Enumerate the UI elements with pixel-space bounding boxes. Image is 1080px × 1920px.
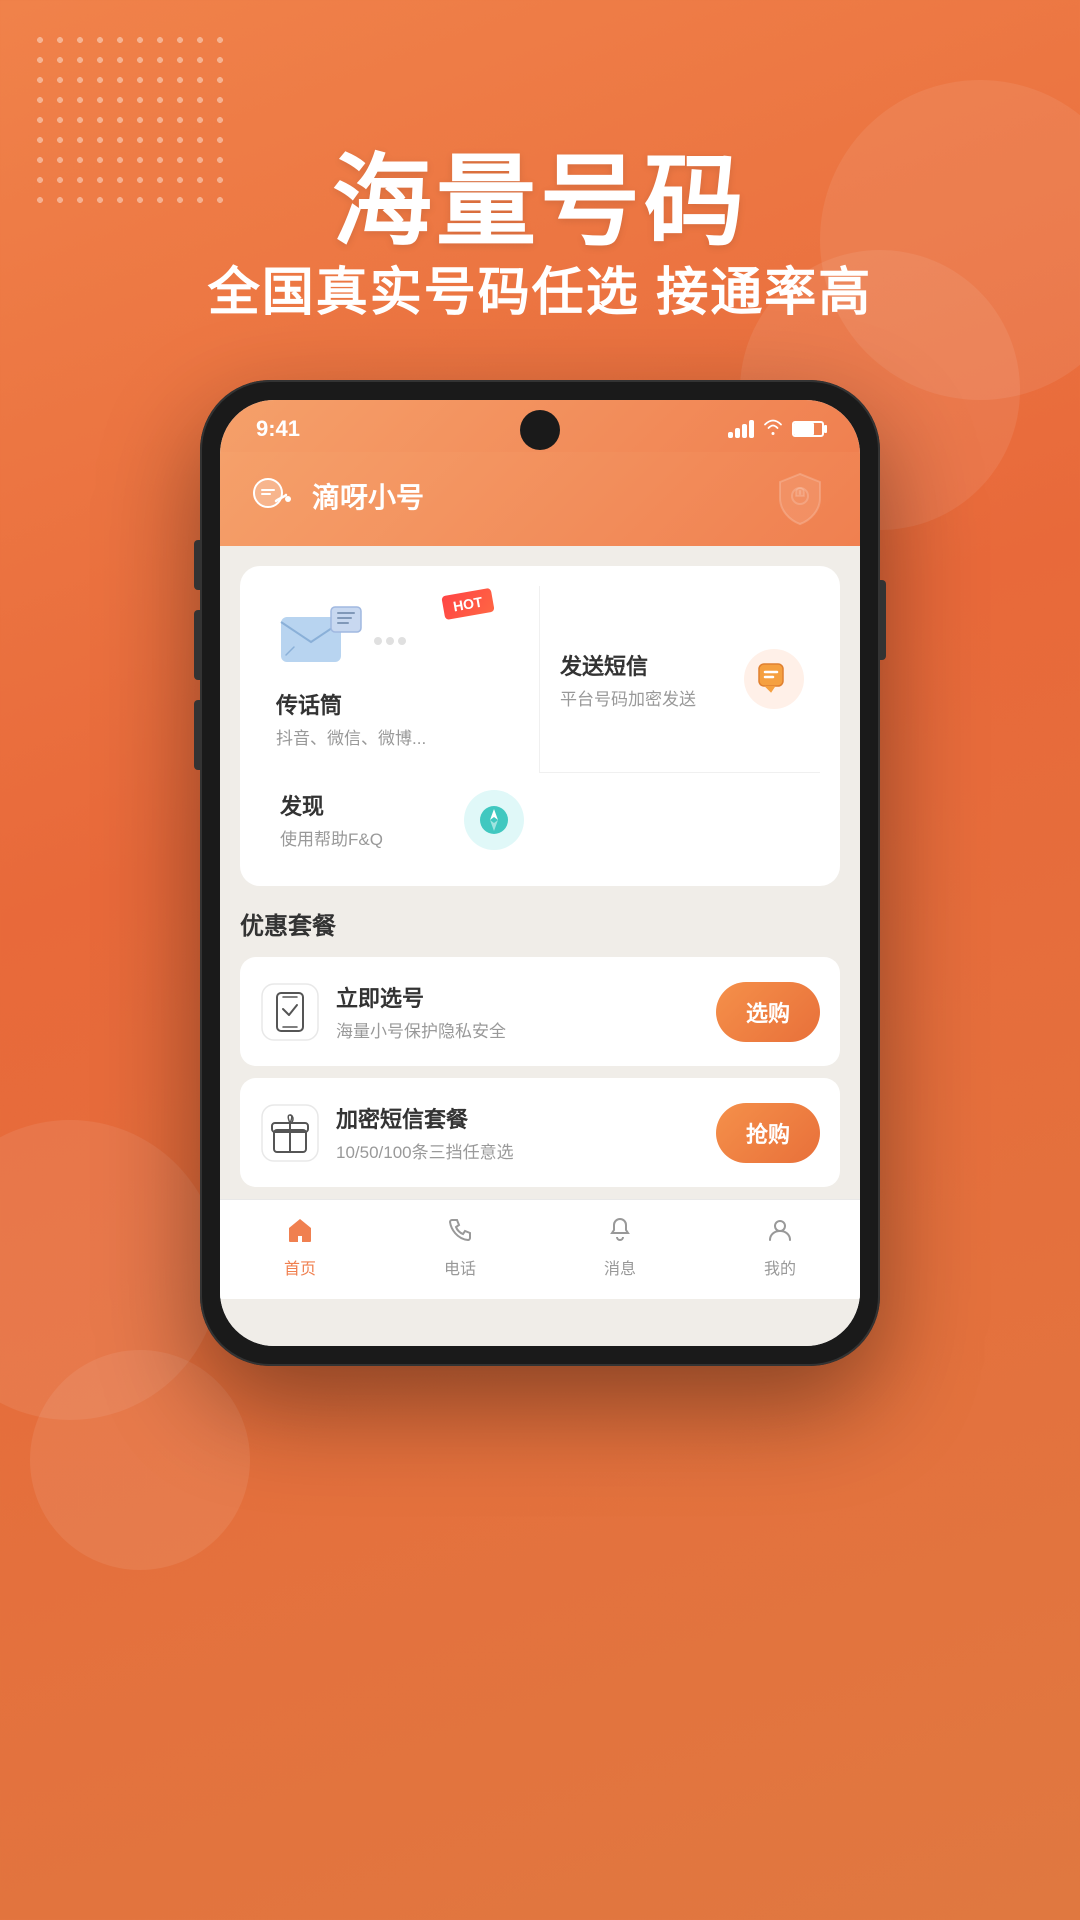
volume-up-button (194, 610, 200, 680)
status-time: 9:41 (256, 416, 300, 442)
hot-badge: HOT (442, 588, 495, 620)
silent-button (194, 540, 200, 590)
hero-subtitle: 全国真实号码任选 接通率高 (0, 250, 1080, 325)
feature-envelope-illustration: HOT (276, 602, 523, 672)
phone-mockup: 9:41 (200, 380, 880, 1366)
nav-label-phone: 电话 (444, 1255, 476, 1279)
package-1-name: 立即选号 (336, 981, 700, 1013)
nav-label-message: 消息 (604, 1255, 636, 1279)
volume-down-button (194, 700, 200, 770)
package-2-name: 加密短信套餐 (336, 1102, 700, 1134)
nav-label-home: 首页 (284, 1255, 316, 1279)
app-title: 滴呀小号 (312, 476, 424, 516)
feature-walkie-title: 传话筒 (276, 688, 523, 720)
package-1-info: 立即选号 海量小号保护隐私安全 (336, 981, 700, 1042)
bottom-navigation: 首页 电话 (220, 1199, 860, 1299)
camera-notch (520, 410, 560, 450)
battery-icon (792, 421, 824, 437)
status-bar: 9:41 (220, 400, 860, 452)
compass-icon (464, 790, 524, 850)
phone-nav-icon (446, 1216, 474, 1251)
feature-sms-title: 发送短信 (560, 649, 696, 681)
package-card-1[interactable]: 立即选号 海量小号保护隐私安全 选购 (240, 957, 840, 1066)
package-card-2[interactable]: 加密短信套餐 10/50/100条三挡任意选 抢购 (240, 1078, 840, 1187)
package-2-button[interactable]: 抢购 (716, 1103, 820, 1163)
shield-icon (770, 466, 830, 526)
packages-section-title: 优惠套餐 (240, 902, 840, 941)
power-button (880, 580, 886, 660)
bell-icon (606, 1216, 634, 1251)
package-1-desc: 海量小号保护隐私安全 (336, 1017, 700, 1042)
phone-screen: 9:41 (220, 400, 860, 1346)
sms-icon (744, 649, 804, 709)
feature-discover-title: 发现 (280, 789, 383, 821)
app-header: 滴呀小号 (220, 452, 860, 546)
feature-discover[interactable]: 发现 使用帮助F&Q (260, 773, 540, 866)
app-logo-icon (250, 471, 300, 521)
app-content: HOT 传话筒 抖音、微信、微博... 发送短信 平台号码加密发送 (220, 546, 860, 1346)
nav-item-message[interactable]: 消息 (540, 1216, 700, 1279)
phone-frame: 9:41 (200, 380, 880, 1366)
mini-dots (374, 637, 406, 645)
package-2-desc: 10/50/100条三挡任意选 (336, 1138, 700, 1163)
wifi-icon (762, 418, 784, 441)
circle-decoration-4 (30, 1350, 250, 1570)
hero-title: 海量号码 (0, 120, 1080, 265)
user-icon (766, 1216, 794, 1251)
home-icon (286, 1216, 314, 1251)
package-phone-icon (260, 982, 320, 1042)
feature-discover-desc: 使用帮助F&Q (280, 825, 383, 850)
signal-icon (728, 420, 754, 438)
nav-item-phone[interactable]: 电话 (380, 1216, 540, 1279)
package-2-info: 加密短信套餐 10/50/100条三挡任意选 (336, 1102, 700, 1163)
nav-label-profile: 我的 (764, 1255, 796, 1279)
feature-walkie-talkie[interactable]: HOT 传话筒 抖音、微信、微博... (260, 586, 540, 773)
feature-grid: HOT 传话筒 抖音、微信、微博... 发送短信 平台号码加密发送 (240, 566, 840, 886)
nav-item-home[interactable]: 首页 (220, 1216, 380, 1279)
feature-send-sms[interactable]: 发送短信 平台号码加密发送 (540, 586, 820, 773)
package-1-button[interactable]: 选购 (716, 982, 820, 1042)
package-gift-icon (260, 1103, 320, 1163)
app-logo: 滴呀小号 (250, 471, 424, 521)
feature-walkie-desc: 抖音、微信、微博... (276, 724, 523, 749)
status-icons (728, 418, 824, 441)
feature-sms-desc: 平台号码加密发送 (560, 685, 696, 710)
nav-item-profile[interactable]: 我的 (700, 1216, 860, 1279)
